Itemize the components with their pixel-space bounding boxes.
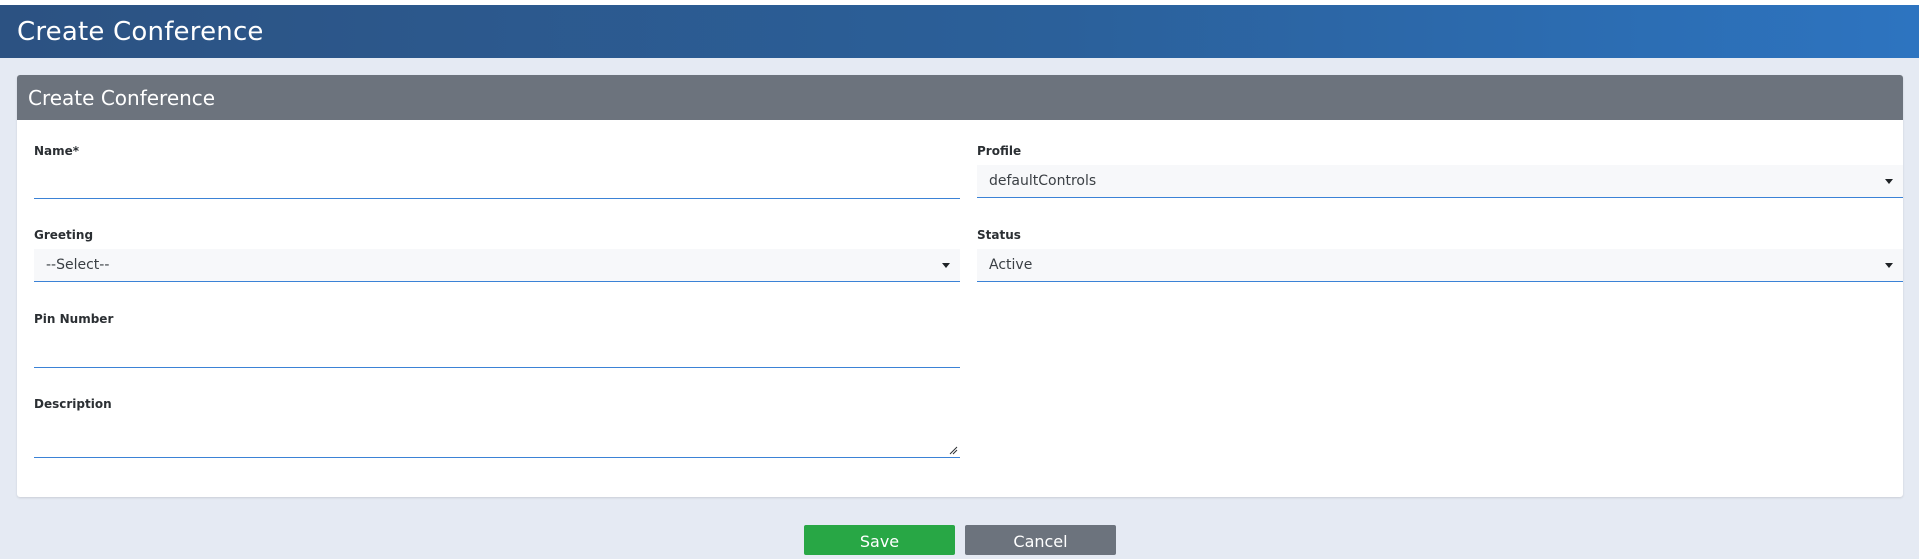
app-header: Create Conference xyxy=(0,5,1919,58)
status-select[interactable]: Active xyxy=(977,249,1903,282)
card-title: Create Conference xyxy=(28,86,216,110)
profile-label: Profile xyxy=(977,144,1022,158)
page-title: Create Conference xyxy=(17,17,264,47)
greeting-select[interactable]: --Select-- xyxy=(34,249,960,282)
chevron-down-icon xyxy=(1885,263,1893,268)
chevron-down-icon xyxy=(1885,179,1893,184)
save-button[interactable]: Save xyxy=(804,525,955,555)
description-label: Description xyxy=(34,397,112,411)
pin-number-field[interactable] xyxy=(34,337,960,368)
chevron-down-icon xyxy=(942,263,950,268)
name-field[interactable] xyxy=(34,168,960,199)
status-selected-value: Active xyxy=(989,257,1033,273)
profile-selected-value: defaultControls xyxy=(989,173,1097,189)
name-label: Name* xyxy=(34,144,80,158)
cancel-button[interactable]: Cancel xyxy=(965,525,1116,555)
description-textarea[interactable] xyxy=(34,419,960,458)
card-header: Create Conference xyxy=(17,75,1903,120)
create-conference-card: Create Conference Name* Greeting --Selec… xyxy=(17,75,1903,497)
greeting-selected-value: --Select-- xyxy=(46,257,110,273)
profile-select[interactable]: defaultControls xyxy=(977,165,1903,198)
resize-handle-icon[interactable] xyxy=(949,446,958,455)
greeting-label: Greeting xyxy=(34,228,94,242)
pin-number-label: Pin Number xyxy=(34,312,114,326)
status-label: Status xyxy=(977,228,1021,242)
